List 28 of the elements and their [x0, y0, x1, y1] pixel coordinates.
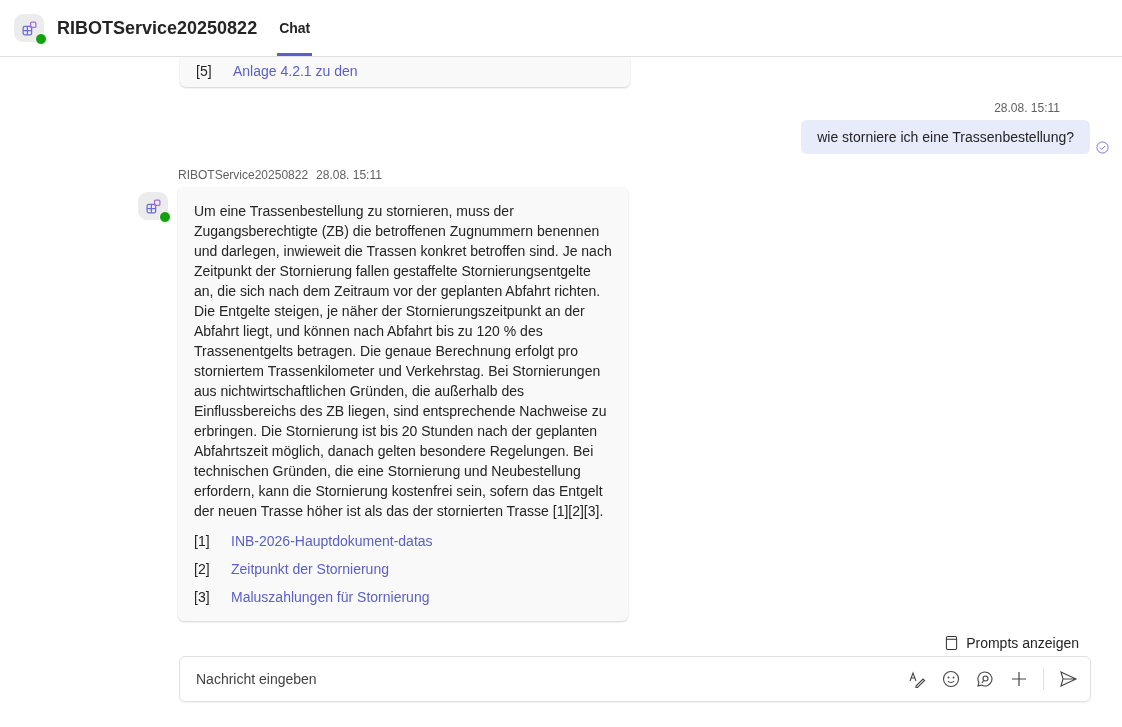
citation-number: [3]	[194, 589, 211, 605]
online-status-icon	[159, 211, 171, 223]
citation-link[interactable]: Zeitpunkt der Stornierung	[231, 561, 389, 577]
apps-icon	[20, 19, 38, 37]
book-icon	[945, 635, 959, 651]
chat-bubble-icon[interactable]	[975, 669, 995, 689]
send-icon[interactable]	[1058, 669, 1078, 689]
citation-number: [2]	[194, 561, 211, 577]
message-input[interactable]: Nachricht eingeben	[194, 670, 893, 688]
check-circle-icon	[1096, 141, 1109, 154]
citation-link[interactable]: INB-2026-Hauptdokument-datas	[231, 533, 433, 549]
prompts-button[interactable]: Prompts anzeigen	[945, 635, 1079, 651]
online-status-icon	[35, 33, 47, 45]
user-message: wie storniere ich eine Trassenbestellung?	[801, 120, 1090, 154]
format-pen-icon[interactable]	[907, 669, 927, 689]
chat-title: RIBOTService20250822	[57, 17, 258, 39]
emoji-icon[interactable]	[941, 669, 961, 689]
citation-number: [5]	[196, 63, 213, 79]
citation-number: [1]	[194, 533, 211, 549]
message-time: 28.08. 15:11	[994, 101, 1060, 115]
citation-link[interactable]: Anlage 4.2.1 zu den	[233, 63, 358, 79]
plus-icon[interactable]	[1009, 669, 1029, 689]
message-text: Um eine Trassenbestellung zu stornieren, muss der Zugangsberechtigte (ZB) die betroffenen Zugnummern benennen und darlegen, inwieweit die Trassen konkret betroffen sind. Je nach Zeitpunkt der Stornierung fallen gestaffelte Stornierungsentgelte an, die sich nach dem Zeitraum vor der geplanten Abfahrt richten. Die Entgelte steigen, je näher der Stornierungszeitpunkt an der Abfahrt liegt, und können nach Abfahrt bis zu 120 % des Trassenentgelts betragen. Die genaue Berechnung erfolgt pro storniertem Trassenkilometer und Verkehrstag. Bei Stornierungen aus nichtwirtschaftlichen Gründen, die außerhalb des Einflussbereichs des ZB liegen, sind entsprechende Nachweise zu erbringen. Die Stornierung ist bis 20 Stunden nach der geplanten Abfahrtszeit möglich, danach gelten besondere Regelungen. Bei technischen Gründen, die eine Stornierung und Neubestellung erfordern, kann die Stornierung kostenfrei sein, sofern das Entgelt der neuen Trasse höher ist als das der stornierten Trasse [1][2][3].	[194, 202, 612, 521]
apps-icon	[144, 197, 162, 215]
message-time: 28.08. 15:11	[316, 168, 382, 182]
citation-link[interactable]: Maluszahlungen für Stornierung	[231, 589, 430, 605]
sender-name: RIBOTService20250822	[178, 168, 309, 182]
message-composer[interactable]: Nachricht eingeben	[179, 656, 1091, 702]
